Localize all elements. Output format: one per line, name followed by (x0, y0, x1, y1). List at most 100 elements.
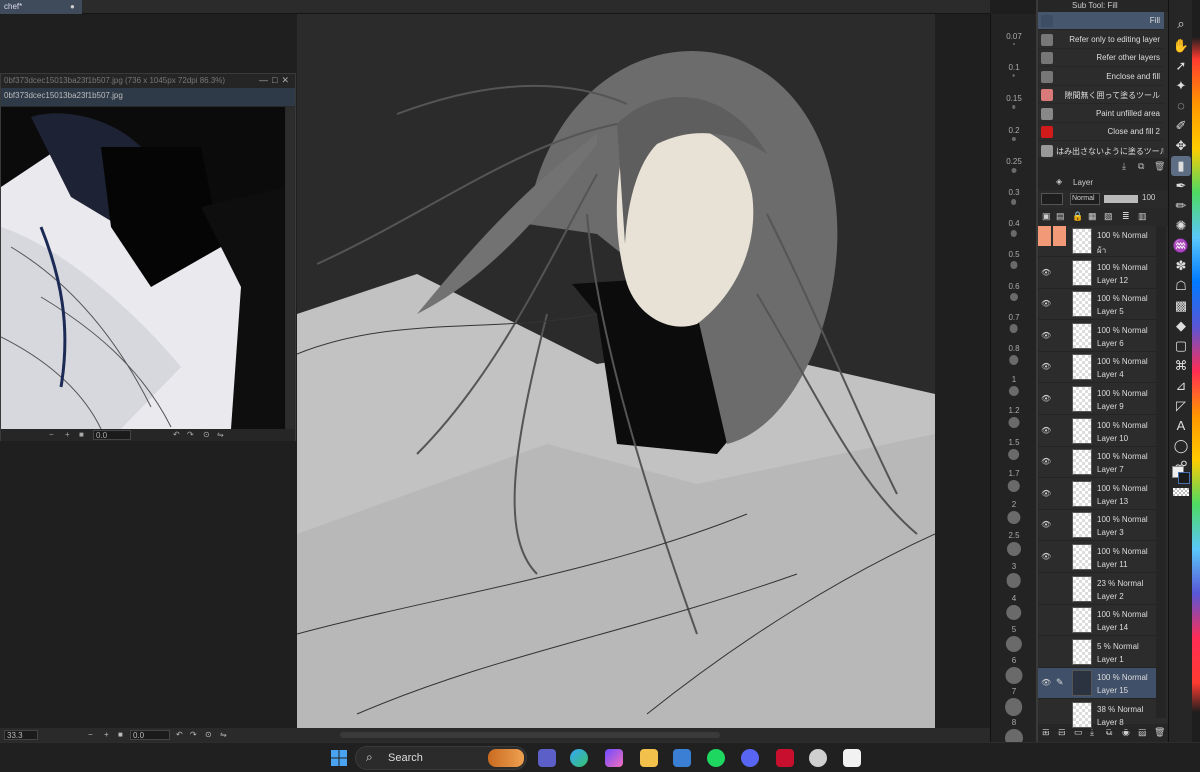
eye-icon[interactable]: 👁 (1041, 457, 1051, 466)
brush-tool-icon[interactable]: ♒ (1171, 236, 1191, 256)
brush-size-preview[interactable] (1006, 542, 1021, 557)
reference-window[interactable]: 0bf373dcec15013ba23f1b507.jpg (736 x 104… (0, 73, 296, 441)
layer-row[interactable]: 👁 100 % Normal Layer 9 (1038, 384, 1156, 415)
sub-tool-item[interactable]: Refer only to editing layer (1038, 31, 1164, 49)
brush-size-label[interactable]: 1 (991, 375, 1037, 384)
blend-tool-icon[interactable]: ☖ (1171, 276, 1191, 296)
brush-size-label[interactable]: 0.1 (991, 63, 1037, 72)
layer-color-box[interactable] (1041, 193, 1063, 205)
edge-browser-icon[interactable] (570, 749, 588, 767)
discord-icon[interactable] (741, 749, 759, 767)
eye-icon[interactable]: 👁 (1041, 394, 1051, 403)
rotate-right-icon[interactable]: ↷ (187, 430, 194, 439)
brush-size-label[interactable]: 1.7 (991, 469, 1037, 478)
eye-icon[interactable]: 👁 (1041, 426, 1051, 435)
brush-size-preview[interactable] (1011, 167, 1016, 173)
copilot-icon[interactable] (605, 749, 623, 767)
brush-size-label[interactable]: 8 (991, 718, 1037, 727)
tile-view-icon[interactable]: ▥ (1138, 211, 1147, 222)
brush-size-preview[interactable] (1011, 105, 1016, 109)
layer-row[interactable]: 100 % Normal Layer 14 (1038, 605, 1156, 637)
pen-tool-icon[interactable]: ✒ (1171, 176, 1191, 196)
brush-size-preview[interactable] (1009, 261, 1018, 269)
brush-size-preview[interactable] (1005, 635, 1022, 653)
brush-size-label[interactable]: 2 (991, 500, 1037, 509)
brush-size-preview[interactable] (1005, 667, 1022, 684)
mcafee-icon[interactable] (776, 749, 794, 767)
brush-size-label[interactable]: 0.7 (991, 313, 1037, 322)
eye-icon[interactable]: 👁 (1041, 362, 1051, 371)
sub-tool-item[interactable]: Paint unfilled area (1038, 105, 1164, 123)
microsoft-store-icon[interactable] (673, 749, 691, 767)
brush-size-label[interactable]: 0.07 (991, 32, 1037, 41)
zoom-in-icon[interactable]: + (65, 430, 70, 439)
spotify-icon[interactable] (707, 749, 725, 767)
eye-icon[interactable]: 👁 (1041, 552, 1051, 561)
brush-size-label[interactable]: 0.5 (991, 250, 1037, 259)
rotate-left-icon[interactable]: ↶ (176, 730, 183, 739)
sub-color-swatch[interactable] (1178, 472, 1190, 484)
layer-row[interactable]: 👁 100 % Normal Layer 13 (1038, 479, 1156, 510)
figure-tool-icon[interactable]: ⌘ (1171, 356, 1191, 376)
airbrush-tool-icon[interactable]: ✺ (1171, 216, 1191, 236)
layer-row[interactable]: 23 % Normal Layer 2 (1038, 574, 1156, 605)
reference-layer-icon[interactable]: ▤ (1056, 211, 1065, 222)
eyedropper-tool-icon[interactable]: ✐ (1171, 116, 1191, 136)
brush-size-preview[interactable] (1004, 698, 1023, 716)
brush-size-preview[interactable] (1010, 199, 1017, 205)
move-tool-icon[interactable]: ✦ (1171, 76, 1191, 96)
draft-icon[interactable]: ▧ (1104, 211, 1113, 222)
file-explorer-icon[interactable] (640, 749, 658, 767)
fit-icon[interactable]: ■ (79, 430, 84, 439)
brush-size-preview[interactable] (1008, 355, 1019, 365)
eraser-tool-icon[interactable]: ◆ (1171, 316, 1191, 336)
sub-tool-item[interactable]: Fill (1038, 12, 1164, 30)
pencil-tool-icon[interactable]: ✏ (1171, 196, 1191, 216)
drawing-canvas[interactable] (297, 14, 935, 728)
rotation-field[interactable]: 0.0 (93, 430, 131, 440)
close-dot-icon[interactable]: ● (70, 2, 75, 11)
layer-row[interactable]: 5 % Normal Layer 1 (1038, 637, 1156, 668)
rotate-left-icon[interactable]: ↶ (173, 430, 180, 439)
brush-size-label[interactable]: 1.2 (991, 406, 1037, 415)
brush-size-label[interactable]: 0.2 (991, 126, 1037, 135)
ruler-tool-icon[interactable]: ⊿ (1171, 376, 1191, 396)
layer-row[interactable]: 👁 100 % Normal Layer 4 (1038, 352, 1156, 384)
window-controls[interactable]: —□✕ (259, 75, 293, 86)
brush-size-label[interactable]: 7 (991, 687, 1037, 696)
minimize-icon[interactable]: — (259, 75, 272, 85)
brush-size-preview[interactable] (1006, 573, 1021, 589)
brush-size-label[interactable]: 0.25 (991, 157, 1037, 166)
balloon-tool-icon[interactable]: ◯ (1171, 436, 1191, 456)
teams-meet-icon[interactable] (538, 749, 556, 767)
gradient-tool-icon[interactable]: ▩ (1171, 296, 1191, 316)
reset-rotation-icon[interactable]: ⊙ (203, 430, 210, 439)
duplicate-icon[interactable]: ⧉ (1138, 161, 1144, 172)
zoom-out-icon[interactable]: − (49, 430, 54, 439)
sub-tool-item[interactable]: 隙間無く囲って塗るツール (1038, 86, 1164, 104)
color-palette-strip[interactable] (1192, 0, 1200, 742)
brush-size-label[interactable]: 0.4 (991, 219, 1037, 228)
brush-size-preview[interactable] (1006, 511, 1021, 525)
brush-size-label[interactable]: 5 (991, 625, 1037, 634)
zoom-field[interactable]: 33.3 (4, 730, 38, 740)
brush-size-label[interactable]: 2.5 (991, 531, 1037, 540)
eye-icon[interactable]: 👁 (1041, 489, 1051, 498)
layer-row[interactable]: 👁 100 % Normal Layer 5 (1038, 289, 1156, 321)
fit-icon[interactable]: ■ (118, 730, 123, 739)
brush-size-label[interactable]: 1.5 (991, 438, 1037, 447)
taskbar-search[interactable]: ⌕ Search (355, 746, 527, 770)
rectangle-tool-icon[interactable]: ▢ (1171, 336, 1191, 356)
layer-row[interactable]: 👁 100 % Normal Layer 3 (1038, 510, 1156, 542)
lasso-tool-icon[interactable]: ◌ (1171, 96, 1191, 116)
brush-size-preview[interactable] (1011, 136, 1016, 141)
rotate-right-icon[interactable]: ↷ (190, 730, 197, 739)
rotation-field[interactable]: 0.0 (130, 730, 170, 740)
layer-row[interactable]: 38 % Normal Layer 8 (1038, 700, 1156, 731)
clip-icon[interactable]: ▣ (1042, 211, 1051, 222)
sub-tool-item[interactable]: Enclose and fill (1038, 68, 1164, 86)
zoom-in-icon[interactable]: + (104, 730, 109, 739)
brush-size-label[interactable]: 4 (991, 594, 1037, 603)
brush-size-preview[interactable] (1008, 417, 1019, 429)
clip-studio-paint-icon[interactable] (843, 749, 861, 767)
